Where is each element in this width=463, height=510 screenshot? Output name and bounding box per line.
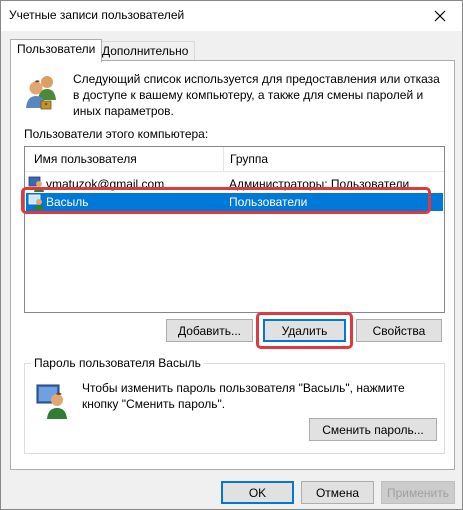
users-tab-panel: Следующий список используется для предос… [10,60,455,470]
close-icon [434,10,446,21]
users-list-label: Пользователи этого компьютера: [24,127,209,141]
tab-advanced[interactable]: Дополнительно [95,41,196,61]
password-group-title: Пароль пользователя Васыль [31,356,204,370]
apply-button[interactable]: Применить [381,481,455,504]
tab-users[interactable]: Пользователи [10,39,103,62]
title-bar: Учетные записи пользователей [1,1,462,31]
cancel-button[interactable]: Отмена [301,481,374,504]
password-groupbox: Пароль пользователя Васыль Чтобы изменит… [24,356,445,454]
user-password-icon [36,384,67,419]
window-title: Учетные записи пользователей [9,8,185,22]
user-accounts-dialog: Учетные записи пользователей Пользовател… [0,0,463,510]
selected-row-highlight [21,187,431,214]
password-group-text: Чтобы изменить пароль пользователя "Васы… [82,381,405,411]
add-button[interactable]: Добавить... [166,319,253,342]
users-list[interactable]: Имя пользователя Группа vmatuzok@gmail.c… [24,146,445,313]
ok-button[interactable]: OK [221,481,294,504]
column-separator [223,147,224,172]
properties-button[interactable]: Свойства [356,319,442,342]
list-header: Имя пользователя Группа [25,147,444,172]
change-password-button[interactable]: Сменить пароль... [309,418,437,441]
column-header-username[interactable]: Имя пользователя [34,152,137,166]
description-text: Следующий список используется для предос… [73,72,440,118]
users-group-icon [26,76,56,110]
close-button[interactable] [418,1,462,30]
column-header-group[interactable]: Группа [230,152,268,166]
tab-advanced-label: Дополнительно [102,44,189,58]
remove-button-highlight [256,312,353,349]
tab-users-label: Пользователи [17,42,96,56]
